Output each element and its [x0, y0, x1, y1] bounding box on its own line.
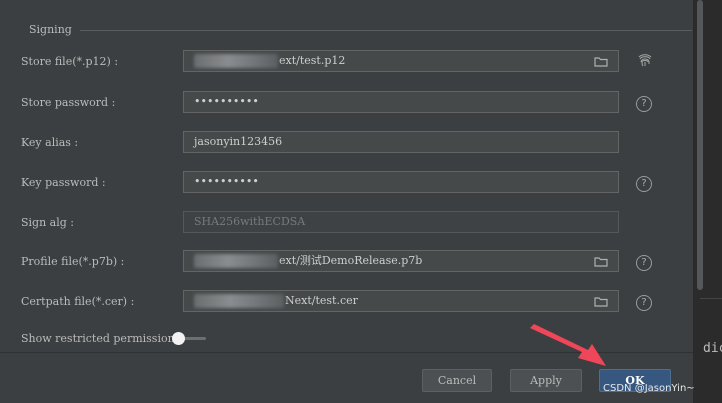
help-icon[interactable]: ? [636, 255, 652, 271]
profile-file-label: Profile file(*.p7b) : [21, 255, 125, 268]
help-icon[interactable]: ? [636, 295, 652, 311]
key-password-field[interactable]: •••••••••• [183, 171, 619, 193]
editor-divider [700, 298, 722, 299]
folder-icon[interactable] [594, 296, 608, 307]
profile-file-field[interactable]: ext/测试DemoRelease.p7b [183, 250, 619, 272]
key-password-label: Key password : [21, 176, 106, 189]
scrollbar[interactable] [697, 0, 703, 290]
restricted-permissions-toggle[interactable] [172, 332, 208, 346]
store-password-label: Store password : [21, 96, 116, 109]
redacted-path [194, 254, 278, 268]
toggle-knob [172, 332, 185, 345]
store-file-field[interactable]: ext/test.p12 [183, 50, 619, 72]
watermark: CSDN @JasonYin~ [603, 383, 695, 394]
arrow-annotation-icon [530, 324, 606, 366]
key-alias-label: Key alias : [21, 136, 79, 149]
certpath-file-label: Certpath file(*.cer) : [21, 295, 135, 308]
redacted-path [194, 54, 278, 68]
restricted-permissions-label: Show restricted permissions [21, 332, 181, 345]
store-file-label: Store file(*.p12) : [21, 55, 119, 68]
folder-icon[interactable] [594, 56, 608, 67]
key-alias-field[interactable]: jasonyin123456 [183, 131, 619, 153]
sign-alg-label: Sign alg : [21, 216, 74, 229]
section-divider [80, 30, 692, 31]
fingerprint-icon[interactable] [637, 53, 653, 69]
folder-icon[interactable] [594, 256, 608, 267]
redacted-path [194, 294, 284, 308]
section-title: Signing [29, 23, 72, 36]
sign-alg-field: SHA256withECDSA [183, 211, 619, 233]
help-icon[interactable]: ? [636, 176, 652, 192]
cancel-button[interactable]: Cancel [422, 369, 492, 392]
apply-button[interactable]: Apply [510, 369, 582, 392]
background-code-text: dic [703, 341, 722, 356]
help-icon[interactable]: ? [636, 96, 652, 112]
certpath-file-field[interactable]: Next/test.cer [183, 290, 619, 312]
store-password-field[interactable]: •••••••••• [183, 91, 619, 113]
